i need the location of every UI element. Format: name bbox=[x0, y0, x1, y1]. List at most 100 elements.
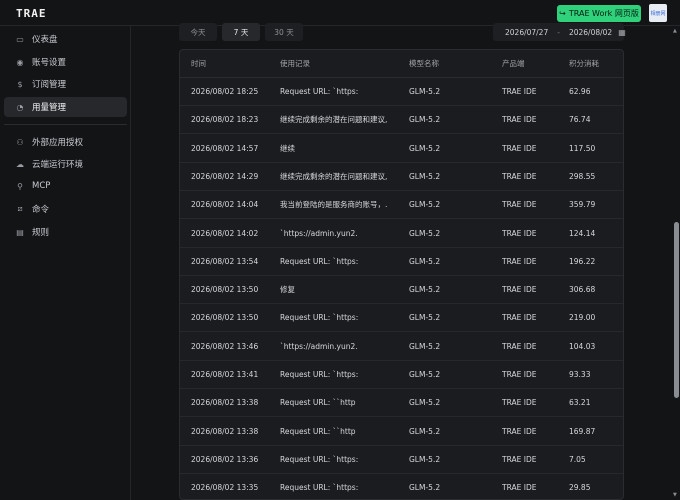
cell-points: 7.05 bbox=[569, 454, 586, 464]
end-date: 2026/08/02 bbox=[568, 27, 613, 37]
sidebar: ▭ 仪表盘 ◉ 账号设置 $ 订阅管理 ◔ 用量管理 ⚇ 外部应用授权 ☁ 云端… bbox=[0, 26, 131, 500]
cell-time: 2026/08/02 13:50 bbox=[191, 313, 259, 323]
cell-model: GLM-5.2 bbox=[409, 398, 441, 408]
range-7days-button[interactable]: 7 天 bbox=[222, 23, 260, 41]
sidebar-item-rules[interactable]: ▤ 规则 bbox=[4, 222, 127, 242]
cell-points: 76.74 bbox=[569, 115, 591, 125]
cell-points: 359.79 bbox=[569, 200, 596, 210]
scroll-up-icon[interactable]: ▲ bbox=[673, 28, 677, 34]
sidebar-item-subscription[interactable]: $ 订阅管理 bbox=[4, 74, 127, 94]
cell-product: TRAE IDE bbox=[502, 285, 537, 295]
sidebar-item-label: 命令 bbox=[32, 205, 50, 215]
cell-record: 修复 bbox=[280, 285, 295, 295]
redirect-arrow-icon: ↪ bbox=[559, 9, 566, 18]
cell-model: GLM-5.2 bbox=[409, 341, 441, 351]
trae-work-web-button[interactable]: ↪ TRAE Work 网页版 bbox=[557, 5, 641, 22]
table-row[interactable]: 2026/08/02 13:46 `https://admin.yun2. GLM-… bbox=[180, 333, 623, 361]
cell-points: 62.96 bbox=[569, 87, 591, 96]
table-row[interactable]: 2026/08/02 14:02 `https://admin.yun2. GLM-… bbox=[180, 220, 623, 248]
cell-product: TRAE IDE bbox=[502, 87, 537, 96]
cell-record: Request URL: ``http bbox=[280, 398, 356, 408]
cell-product: TRAE IDE bbox=[502, 398, 537, 408]
trae-logo[interactable]: TRAE bbox=[16, 7, 47, 20]
cell-points: 104.03 bbox=[569, 341, 596, 351]
calendar-icon: ▦ bbox=[618, 27, 626, 37]
cell-model: GLM-5.2 bbox=[409, 115, 441, 125]
cell-time: 2026/08/02 13:38 bbox=[191, 398, 259, 408]
cell-points: 306.68 bbox=[569, 285, 596, 295]
cell-time: 2026/08/02 13:36 bbox=[191, 454, 259, 464]
table-row[interactable]: 2026/08/02 13:36 Request URL: `https: GLM-… bbox=[180, 446, 623, 474]
table-row[interactable]: 2026/08/02 18:25 Request URL: `https: GLM-… bbox=[180, 78, 623, 106]
table-row[interactable]: 2026/08/02 13:38 Request URL: ``http GLM-5… bbox=[180, 389, 623, 418]
table-header: 时间 使用记录 模型名称 产品端 积分消耗 bbox=[180, 50, 623, 78]
plug-icon: ⚲ bbox=[17, 181, 23, 191]
cell-time: 2026/08/02 13:38 bbox=[191, 426, 259, 436]
table-row[interactable]: 2026/08/02 13:41 Request URL: `https: GLM-… bbox=[180, 361, 623, 389]
cell-time: 2026/08/02 13:35 bbox=[191, 483, 259, 493]
cell-product: TRAE IDE bbox=[502, 454, 537, 464]
cell-points: 63.21 bbox=[569, 398, 591, 408]
cell-points: 93.33 bbox=[569, 370, 591, 379]
table-row[interactable]: 2026/08/02 13:35 Request URL: `https: GLM-… bbox=[180, 474, 623, 499]
cell-product: TRAE IDE bbox=[502, 370, 537, 379]
cell-product: TRAE IDE bbox=[502, 256, 537, 266]
scroll-thumb[interactable] bbox=[674, 222, 679, 398]
cell-model: GLM-5.2 bbox=[409, 370, 441, 379]
web-button-label: TRAE Work 网页版 bbox=[568, 9, 639, 18]
cell-product: TRAE IDE bbox=[502, 143, 537, 153]
table-row[interactable]: 2026/08/02 14:29 继续完成剩余的潜在问题和建议,... GLM-5.… bbox=[180, 163, 623, 191]
cell-model: GLM-5.2 bbox=[409, 256, 441, 266]
cell-record: Request URL: `https: bbox=[280, 313, 359, 323]
cell-time: 2026/08/02 18:25 bbox=[191, 87, 259, 96]
cell-model: GLM-5.2 bbox=[409, 313, 441, 323]
date-range-picker[interactable]: 2026/07/27 - 2026/08/02 ▦ bbox=[493, 23, 626, 41]
cell-model: GLM-5.2 bbox=[409, 285, 441, 295]
cell-record: `https://admin.yun2. bbox=[280, 341, 358, 351]
sidebar-item-account-settings[interactable]: ◉ 账号设置 bbox=[4, 52, 127, 72]
date-separator: - bbox=[557, 27, 560, 37]
cell-points: 29.85 bbox=[569, 483, 591, 493]
table-row[interactable]: 2026/08/02 13:50 Request URL: `https: GLM-… bbox=[180, 304, 623, 333]
sidebar-item-mcp[interactable]: ⚲ MCP bbox=[4, 176, 127, 196]
monitor-icon: ▭ bbox=[16, 34, 24, 44]
cell-product: TRAE IDE bbox=[502, 313, 537, 323]
cell-record: 继续完成剩余的潜在问题和建议,... bbox=[280, 171, 388, 181]
cell-record: 继续 bbox=[280, 143, 295, 153]
table-row[interactable]: 2026/08/02 14:57 继续 GLM-5.2 TRAE IDE 117.50 bbox=[180, 135, 623, 163]
cell-points: 196.22 bbox=[569, 256, 596, 266]
cell-points: 117.50 bbox=[569, 143, 596, 153]
cell-model: GLM-5.2 bbox=[409, 87, 441, 96]
cell-record: Request URL: `https: bbox=[280, 483, 359, 493]
cell-time: 2026/08/02 13:46 bbox=[191, 341, 259, 351]
command-icon: ⧄ bbox=[17, 204, 23, 213]
cell-product: TRAE IDE bbox=[502, 426, 537, 436]
sidebar-item-dashboard[interactable]: ▭ 仪表盘 bbox=[4, 29, 127, 49]
sidebar-item-label: 账号设置 bbox=[32, 58, 67, 68]
sidebar-item-cloud-env[interactable]: ☁ 云端运行环境 bbox=[4, 154, 127, 174]
people-icon: ⚇ bbox=[16, 137, 24, 147]
table-row[interactable]: 2026/08/02 13:38 Request URL: ``http GLM-5… bbox=[180, 418, 623, 446]
avatar[interactable]: 相册网 bbox=[649, 4, 667, 22]
cell-time: 2026/08/02 14:02 bbox=[191, 228, 259, 238]
cell-product: TRAE IDE bbox=[502, 228, 537, 238]
range-30days-button[interactable]: 30 天 bbox=[265, 23, 303, 41]
sidebar-item-usage[interactable]: ◔ 用量管理 bbox=[4, 97, 127, 117]
sidebar-item-commands[interactable]: ⧄ 命令 bbox=[4, 199, 127, 219]
cell-time: 2026/08/02 18:23 bbox=[191, 115, 259, 125]
dollar-circle-icon: $ bbox=[17, 79, 23, 89]
scroll-down-icon[interactable]: ▼ bbox=[673, 492, 677, 498]
main-content: 今天 7 天 30 天 2026/07/27 - 2026/08/02 ▦ 时间… bbox=[131, 23, 672, 500]
table-row[interactable]: 2026/08/02 13:50 修复 GLM-5.2 TRAE IDE 306.68 bbox=[180, 276, 623, 305]
gauge-icon: ◔ bbox=[16, 102, 24, 112]
table-row[interactable]: 2026/08/02 13:54 Request URL: `https: GLM-… bbox=[180, 248, 623, 276]
sidebar-item-label: 订阅管理 bbox=[32, 80, 67, 90]
start-date: 2026/07/27 bbox=[505, 27, 549, 37]
table-row[interactable]: 2026/08/02 18:23 继续完成剩余的潜在问题和建议,... GLM-5.… bbox=[180, 106, 623, 135]
sidebar-item-external-auth[interactable]: ⚇ 外部应用授权 bbox=[4, 132, 127, 152]
column-header-product: 产品端 bbox=[502, 59, 525, 68]
column-header-model: 模型名称 bbox=[409, 59, 439, 68]
table-row[interactable]: 2026/08/02 14:04 我当前登陆的是服务商的账号，... GLM-5.2… bbox=[180, 191, 623, 220]
cell-time: 2026/08/02 13:41 bbox=[191, 370, 259, 379]
range-today-button[interactable]: 今天 bbox=[179, 23, 217, 41]
